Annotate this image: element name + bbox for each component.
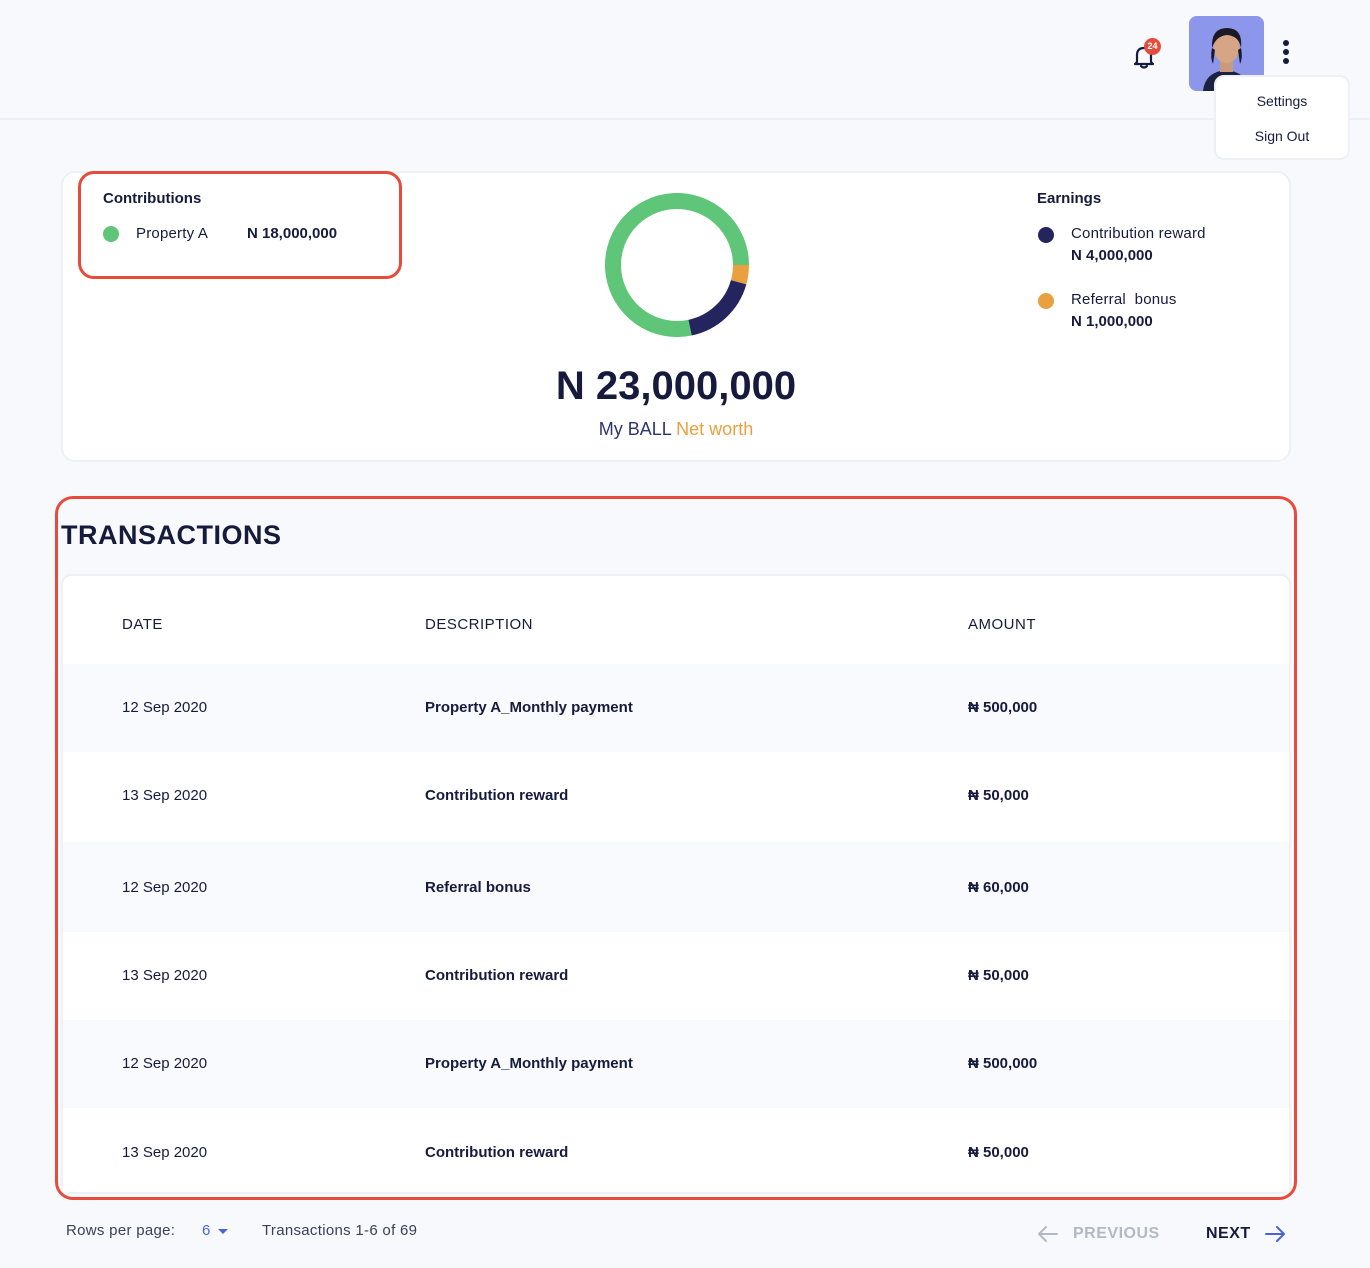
table-row[interactable] (63, 1108, 1289, 1192)
legend-label-referral-bonus: Referral bonus (1071, 291, 1177, 308)
legend-amount-contribution-reward: N 4,000,000 (1071, 247, 1153, 264)
contributions-highlight (78, 171, 402, 279)
menu-item-settings[interactable]: Settings (1216, 93, 1348, 109)
donut-slice-contribution-reward (688, 279, 747, 336)
cell-date: 13 Sep 2020 (122, 967, 208, 984)
networth-label: My BALL Net worth (476, 419, 876, 440)
cell-date: 13 Sep 2020 (122, 787, 208, 804)
cell-amount: ₦ 50,000 (968, 1144, 1029, 1161)
more-menu-button[interactable] (1276, 40, 1296, 68)
cell-description: Contribution reward (425, 787, 569, 804)
legend-dot-contribution-reward (1038, 227, 1054, 243)
next-button[interactable]: NEXT (1205, 1222, 1290, 1246)
table-row[interactable] (63, 752, 1289, 842)
chevron-down-icon[interactable] (218, 1229, 228, 1234)
table-row[interactable] (63, 1020, 1289, 1108)
dot (1283, 49, 1289, 55)
notification-badge: 24 (1144, 38, 1161, 55)
rows-per-page-label: Rows per page: (66, 1222, 176, 1239)
cell-description: Contribution reward (425, 967, 569, 984)
cell-amount: ₦ 50,000 (968, 787, 1029, 804)
legend-amount-referral-bonus: N 1,000,000 (1071, 313, 1153, 330)
earnings-heading: Earnings (1037, 190, 1102, 207)
cell-date: 13 Sep 2020 (122, 1144, 208, 1161)
legend-label-contribution-reward: Contribution reward (1071, 225, 1206, 242)
cell-amount: ₦ 50,000 (968, 967, 1029, 984)
networth-label-main: My BALL (598, 419, 672, 439)
table-row[interactable] (63, 932, 1289, 1020)
cell-description: Referral bonus (425, 879, 531, 896)
cell-description: Contribution reward (425, 1144, 569, 1161)
user-menu: Settings Sign Out (1214, 75, 1350, 160)
menu-item-sign-out[interactable]: Sign Out (1216, 128, 1348, 144)
next-label: NEXT (1206, 1225, 1251, 1242)
cell-amount: ₦ 60,000 (968, 879, 1029, 896)
legend-label-property-a: Property A (136, 225, 209, 242)
rows-per-page-select[interactable]: 6 (202, 1222, 210, 1239)
cell-amount: ₦ 500,000 (968, 699, 1038, 716)
previous-label: PREVIOUS (1073, 1225, 1160, 1242)
column-header-description: DESCRIPTION (425, 616, 534, 633)
top-bar (0, 0, 1370, 120)
column-header-amount: AMOUNT (968, 616, 1036, 633)
networth-label-accent: Net worth (676, 419, 754, 439)
arrow-left-icon (1038, 1226, 1058, 1242)
arrow-right-icon (1265, 1226, 1285, 1242)
networth-value: N 23,000,000 (555, 364, 797, 408)
previous-button[interactable]: PREVIOUS (1036, 1222, 1159, 1246)
dot (1283, 40, 1289, 46)
legend-dot-referral-bonus (1038, 293, 1054, 309)
cell-amount: ₦ 500,000 (968, 1055, 1038, 1072)
legend-dot-property-a (103, 226, 119, 242)
table-row[interactable] (63, 664, 1289, 752)
legend-amount-property-a: N 18,000,000 (247, 225, 338, 242)
transactions-range: Transactions 1-6 of 69 (262, 1222, 418, 1239)
column-header-date: DATE (122, 616, 163, 633)
cell-date: 12 Sep 2020 (122, 699, 208, 716)
donut-slice-referral-bonus (730, 264, 749, 285)
cell-description: Property A_Monthly payment (425, 1055, 633, 1072)
cell-date: 12 Sep 2020 (122, 879, 208, 896)
table-row[interactable] (63, 842, 1289, 932)
dot (1283, 58, 1289, 64)
networth-donut-chart (605, 193, 749, 337)
cell-description: Property A_Monthly payment (425, 699, 633, 716)
transactions-title: TRANSACTIONS (61, 520, 282, 550)
contributions-heading: Contributions (103, 190, 202, 207)
cell-date: 12 Sep 2020 (122, 1055, 208, 1072)
